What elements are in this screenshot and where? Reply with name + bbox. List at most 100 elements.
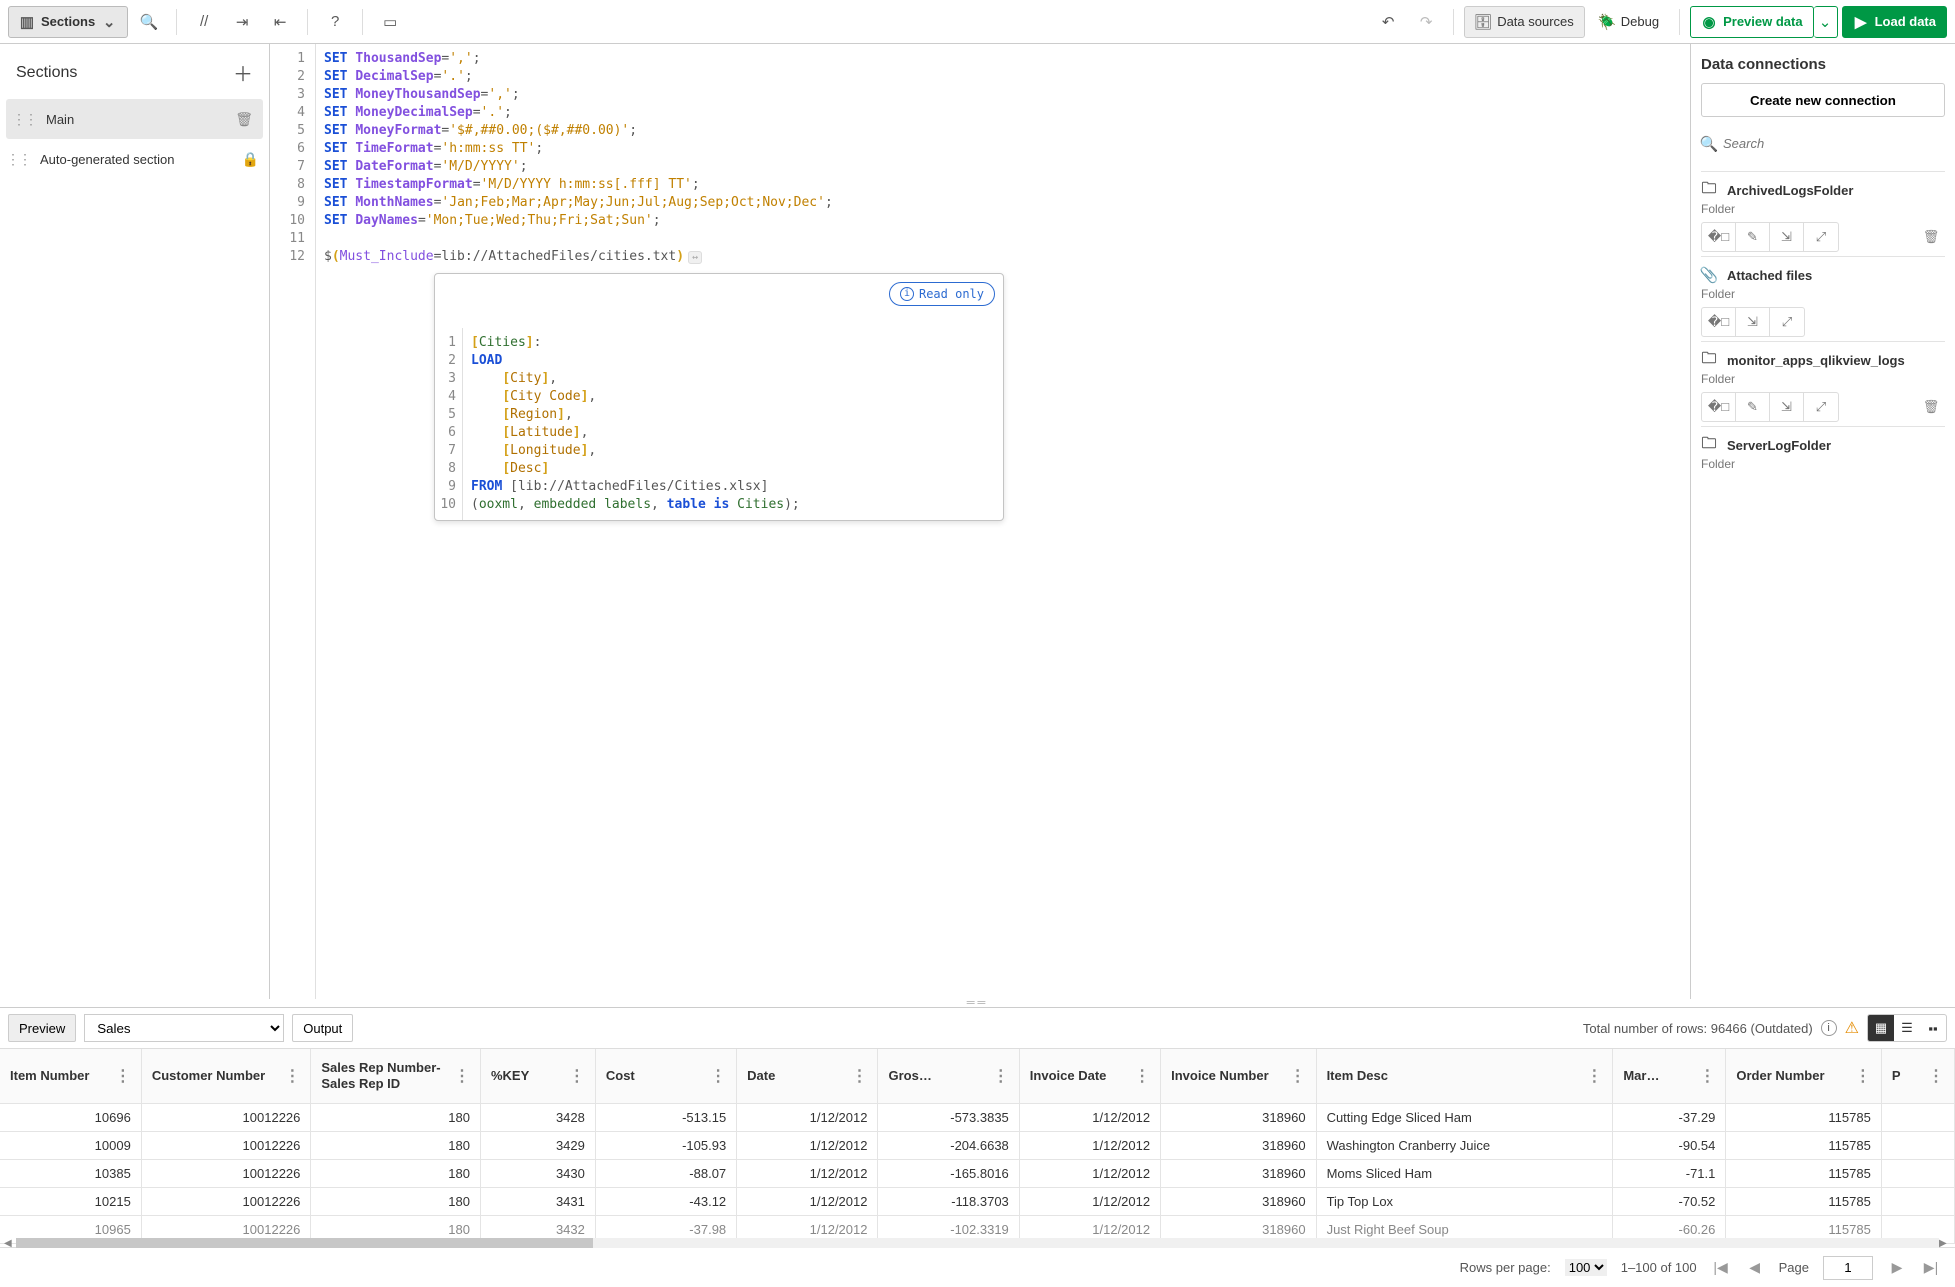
create-connection-button[interactable]: Create new connection [1701, 83, 1945, 117]
connection-search-input[interactable] [1723, 136, 1945, 151]
delete-connection-button[interactable]: 🗑 [1917, 229, 1945, 245]
column-header[interactable]: Cost⋮ [595, 1049, 736, 1103]
column-menu-icon[interactable]: ⋮ [1699, 1066, 1715, 1086]
table-cell: 1/12/2012 [737, 1187, 878, 1215]
column-menu-icon[interactable]: ⋮ [569, 1066, 585, 1086]
column-header[interactable]: Invoice Date⋮ [1019, 1049, 1160, 1103]
script-editor[interactable]: 123456789101112 SET ThousandSep=','; SET… [270, 44, 1690, 999]
column-header[interactable]: Sales Rep Number-Sales Rep ID⋮ [311, 1049, 481, 1103]
table-cell: 115785 [1726, 1187, 1881, 1215]
delete-connection-button[interactable]: 🗑 [1917, 399, 1945, 415]
preview-data-button[interactable]: ◉ Preview data [1690, 6, 1814, 38]
search-button[interactable]: 🔍 [132, 6, 166, 38]
horizontal-scrollbar[interactable]: ◀▶ [4, 1238, 1951, 1248]
data-sources-label: Data sources [1497, 14, 1574, 29]
page-input[interactable] [1823, 1256, 1873, 1280]
view-table-button[interactable]: ▦ [1868, 1015, 1894, 1041]
rows-per-page-select[interactable]: 100 [1565, 1259, 1607, 1276]
column-header[interactable]: Gros…⋮ [878, 1049, 1019, 1103]
comment-toggle-button[interactable]: // [187, 6, 221, 38]
outdent-button[interactable]: ⇤ [263, 6, 297, 38]
table-row[interactable]: 10215100122261803431-43.121/12/2012-118.… [0, 1187, 1955, 1215]
horizontal-splitter[interactable]: ══ [0, 999, 1955, 1007]
connection-view-button[interactable]: ⤢ [1770, 308, 1804, 336]
data-sources-button[interactable]: 🗄 Data sources [1464, 6, 1585, 38]
redo-button[interactable]: ↷ [1409, 6, 1443, 38]
table-row[interactable]: 10385100122261803430-88.071/12/2012-165.… [0, 1159, 1955, 1187]
column-menu-icon[interactable]: ⋮ [710, 1066, 726, 1086]
view-grid-button[interactable]: ▪▪ [1920, 1015, 1946, 1041]
help-icon: ? [327, 14, 343, 30]
separator [307, 9, 308, 35]
column-header[interactable]: Date⋮ [737, 1049, 878, 1103]
section-item-main[interactable]: ⋮⋮ Main 🗑 [6, 99, 263, 139]
column-menu-icon[interactable]: ⋮ [851, 1066, 867, 1086]
connection-select-button[interactable]: �□ [1702, 223, 1736, 251]
editor-code[interactable]: SET ThousandSep=','; SET DecimalSep='.';… [316, 44, 1690, 999]
preview-table-wrap[interactable]: Item Number⋮Customer Number⋮Sales Rep Nu… [0, 1048, 1955, 1247]
connection-item: 🗀ServerLogFolder Folder [1701, 426, 1945, 481]
load-data-button[interactable]: ▶ Load data [1842, 6, 1947, 38]
connection-insert-button[interactable]: ⇲ [1770, 393, 1804, 421]
table-cell: 1/12/2012 [1019, 1159, 1160, 1187]
column-menu-icon[interactable]: ⋮ [1290, 1066, 1306, 1086]
connection-edit-button[interactable]: ✎ [1736, 393, 1770, 421]
insert-button[interactable]: ▭ [373, 6, 407, 38]
drag-handle-icon[interactable]: ⋮⋮ [12, 111, 36, 128]
column-menu-icon[interactable]: ⋮ [284, 1066, 300, 1086]
info-icon[interactable]: i [1821, 1020, 1837, 1036]
column-menu-icon[interactable]: ⋮ [115, 1066, 131, 1086]
column-header[interactable]: Order Number⋮ [1726, 1049, 1881, 1103]
first-page-button[interactable]: |◀ [1711, 1259, 1731, 1276]
column-menu-icon[interactable]: ⋮ [1855, 1066, 1871, 1086]
column-header[interactable]: P⋮ [1881, 1049, 1954, 1103]
connection-type: Folder [1701, 287, 1945, 301]
table-cell: 318960 [1161, 1159, 1316, 1187]
drag-handle-icon[interactable]: ⋮⋮ [6, 151, 30, 168]
add-section-button[interactable]: ＋ [233, 58, 253, 87]
section-item-auto-generated-section[interactable]: ⋮⋮ Auto-generated section 🔒 [0, 139, 269, 179]
output-tab-button[interactable]: Output [292, 1014, 353, 1042]
connection-view-button[interactable]: ⤢ [1804, 223, 1838, 251]
lock-icon: 🔒 [242, 151, 259, 168]
connection-edit-button[interactable]: ✎ [1736, 223, 1770, 251]
connection-insert-button[interactable]: ⇲ [1770, 223, 1804, 251]
indent-button[interactable]: ⇥ [225, 6, 259, 38]
sections-toggle-button[interactable]: ▥ Sections ⌄ [8, 6, 128, 38]
last-page-button[interactable]: ▶| [1921, 1259, 1941, 1276]
connection-insert-button[interactable]: ⇲ [1736, 308, 1770, 336]
undo-button[interactable]: ↶ [1371, 6, 1405, 38]
table-row[interactable]: 10009100122261803429-105.931/12/2012-204… [0, 1131, 1955, 1159]
column-header[interactable]: Item Number⋮ [0, 1049, 141, 1103]
column-menu-icon[interactable]: ⋮ [1928, 1066, 1944, 1086]
connection-select-button[interactable]: �□ [1702, 308, 1736, 336]
column-header[interactable]: Mar…⋮ [1613, 1049, 1726, 1103]
connection-search[interactable]: 🔍 [1701, 127, 1945, 161]
column-menu-icon[interactable]: ⋮ [993, 1066, 1009, 1086]
connection-name: Attached files [1727, 268, 1812, 283]
column-header[interactable]: Invoice Number⋮ [1161, 1049, 1316, 1103]
connection-name: monitor_apps_qlikview_logs [1727, 353, 1905, 368]
connection-select-button[interactable]: �□ [1702, 393, 1736, 421]
delete-icon[interactable]: 🗑 [235, 111, 253, 128]
page-label: Page [1779, 1260, 1809, 1275]
table-cell: 3431 [480, 1187, 595, 1215]
column-menu-icon[interactable]: ⋮ [1134, 1066, 1150, 1086]
table-cell: 115785 [1726, 1131, 1881, 1159]
column-header[interactable]: Item Desc⋮ [1316, 1049, 1613, 1103]
warning-icon[interactable]: ⚠ [1845, 1018, 1859, 1038]
table-row[interactable]: 10696100122261803428-513.151/12/2012-573… [0, 1103, 1955, 1131]
prev-page-button[interactable]: ◀ [1745, 1259, 1765, 1276]
debug-button[interactable]: 🪲 Debug [1589, 6, 1669, 38]
connection-view-button[interactable]: ⤢ [1804, 393, 1838, 421]
next-page-button[interactable]: ▶ [1887, 1259, 1907, 1276]
table-select[interactable]: Sales [84, 1014, 284, 1042]
column-menu-icon[interactable]: ⋮ [1586, 1066, 1602, 1086]
view-list-button[interactable]: ☰ [1894, 1015, 1920, 1041]
help-button[interactable]: ? [318, 6, 352, 38]
preview-tab-button[interactable]: Preview [8, 1014, 76, 1042]
column-header[interactable]: %KEY⋮ [480, 1049, 595, 1103]
preview-data-dropdown[interactable]: ⌄ [1814, 6, 1838, 38]
column-menu-icon[interactable]: ⋮ [454, 1066, 470, 1086]
column-header[interactable]: Customer Number⋮ [141, 1049, 311, 1103]
